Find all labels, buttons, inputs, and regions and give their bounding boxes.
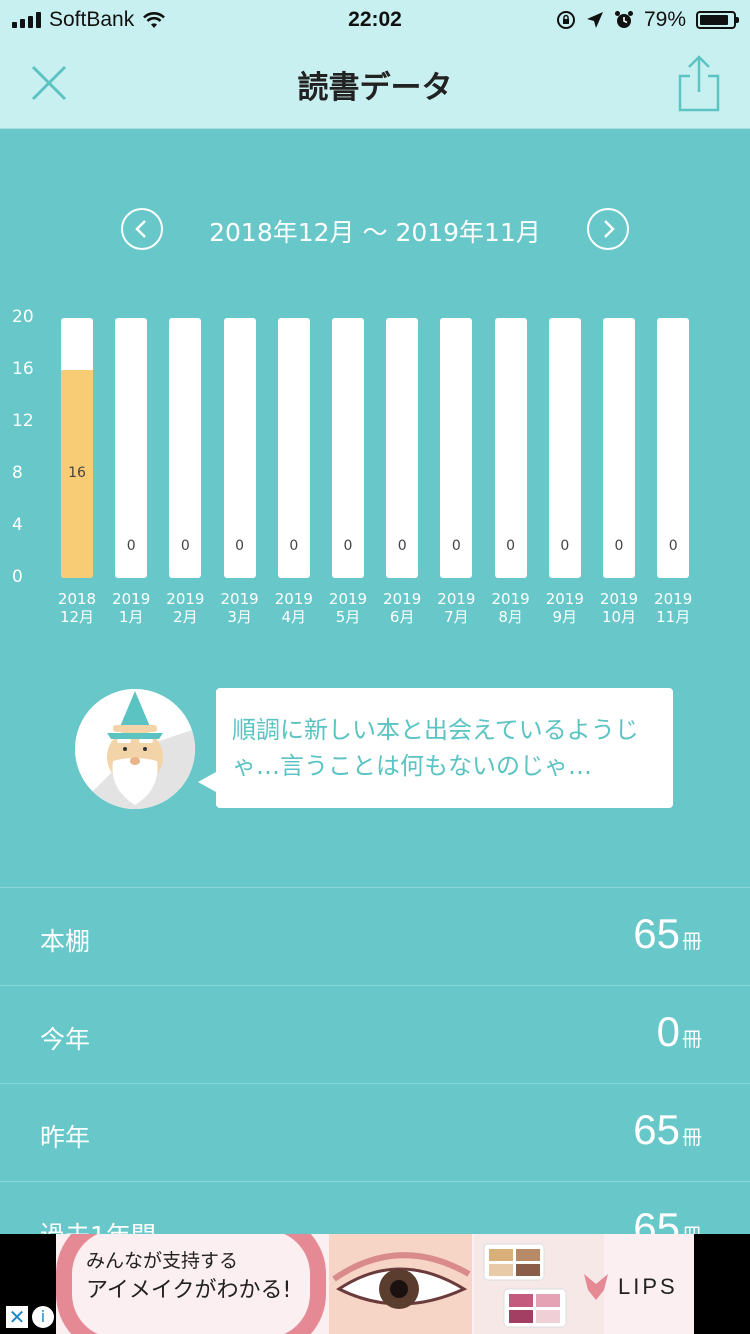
ad-content[interactable]: みんなが支持する アイメイクがわかる! LIPS xyxy=(56,1234,694,1334)
battery-percent: 79% xyxy=(643,8,686,31)
x-tick-label: 2019 11月 xyxy=(654,590,693,626)
alarm-icon xyxy=(614,11,633,28)
status-bar: SoftBank 22:02 79% xyxy=(0,0,750,40)
period-label: 2018年12月 〜 2019年11月 xyxy=(209,218,541,247)
nav-bar: 読書データ xyxy=(0,40,750,129)
bar-value-label: 0 xyxy=(343,538,353,554)
y-tick-label: 8 xyxy=(12,463,23,483)
ad-info-icon[interactable]: i xyxy=(32,1306,54,1328)
bar-value-label: 0 xyxy=(126,538,136,554)
stat-value: 65冊 xyxy=(633,910,702,957)
x-tick-label: 2019 8月 xyxy=(491,590,530,626)
bar-value-label: 0 xyxy=(397,538,407,554)
ad-banner[interactable]: みんなが支持する アイメイクがわかる! LIPS ✕ i xyxy=(0,1234,750,1334)
bar-value-label: 0 xyxy=(506,538,516,554)
lips-logo-icon xyxy=(584,1274,608,1300)
y-tick-label: 4 xyxy=(12,515,23,535)
x-tick-label: 2019 10月 xyxy=(599,590,639,626)
y-tick-label: 16 xyxy=(12,359,34,379)
stat-label: 昨年 xyxy=(40,1123,91,1152)
chevron-right-icon xyxy=(604,220,615,238)
bar-value-label: 0 xyxy=(235,538,245,554)
location-icon xyxy=(586,12,603,28)
x-tick-label: 2019 5月 xyxy=(328,590,368,626)
x-tick-label: 2019 4月 xyxy=(274,590,313,626)
x-tick-label: 2019 3月 xyxy=(220,590,259,626)
stats-list: 本棚 65冊 今年 0冊 昨年 65冊 過去1年間 65冊 xyxy=(0,887,750,1279)
bar-track: 16 xyxy=(61,318,93,578)
y-tick-label: 12 xyxy=(12,411,34,431)
bar-track: 0 xyxy=(603,318,635,578)
wizard-illustration xyxy=(75,689,195,809)
period-selector: 2018年12月 〜 2019年11月 xyxy=(0,205,750,253)
y-tick-label: 20 xyxy=(12,307,34,327)
stat-value: 0冊 xyxy=(656,1008,702,1055)
bar-value-label: 0 xyxy=(289,538,299,554)
ad-headline: みんなが支持する xyxy=(86,1250,239,1272)
bar-track: 0 xyxy=(277,318,310,578)
bar-track: 0 xyxy=(115,318,148,578)
stat-value: 65冊 xyxy=(633,1106,702,1153)
ad-brand: LIPS xyxy=(618,1274,678,1299)
bar-value-label: 0 xyxy=(560,538,570,554)
bar-value-label: 16 xyxy=(68,465,86,481)
wizard-avatar xyxy=(75,689,195,809)
stat-row-this-year: 今年 0冊 xyxy=(0,985,750,1083)
speech-bubble: 順調に新しい本と出会えているようじゃ…言うことは何もないのじゃ… xyxy=(198,688,673,808)
bar-track: 0 xyxy=(548,318,581,578)
page-title: 読書データ xyxy=(297,70,453,106)
bar-track: 0 xyxy=(386,318,419,578)
x-tick-label: 2019 6月 xyxy=(383,590,422,626)
speech-text: 順調に新しい本と出会えているようじゃ…言うことは何もないのじゃ… xyxy=(232,716,639,780)
bar-track: 0 xyxy=(223,318,256,578)
bar-value-label: 0 xyxy=(668,538,678,554)
bar-track: 0 xyxy=(169,318,202,578)
eye-image xyxy=(332,1252,471,1309)
x-tick-label: 2018 12月 xyxy=(57,590,97,626)
stat-label: 今年 xyxy=(40,1025,91,1054)
bar-value-label: 0 xyxy=(614,538,624,554)
bar-track: 0 xyxy=(494,318,527,578)
bar-value-label: 0 xyxy=(451,538,461,554)
stat-row-bookshelf: 本棚 65 冊 xyxy=(0,887,750,985)
x-tick-label: 2019 9月 xyxy=(545,590,584,626)
share-icon[interactable] xyxy=(676,54,722,112)
stat-row-last-year: 昨年 65 冊 xyxy=(0,1083,750,1181)
battery-icon xyxy=(696,11,739,29)
status-right: 79% xyxy=(556,8,739,32)
bar-value-label: 0 xyxy=(180,538,190,554)
stat-label: 本棚 xyxy=(40,927,91,956)
x-tick-label: 2019 7月 xyxy=(437,590,476,626)
monthly-reading-chart: 0 4 8 12 16 20 16 2018 12月 0 2019 1月 0 2019 2月 0 2019 3月 0… xyxy=(0,300,750,640)
y-tick-label: 0 xyxy=(12,567,23,587)
bar-track: 0 xyxy=(332,318,364,578)
bar-track: 0 xyxy=(657,318,690,578)
bar-track: 0 xyxy=(440,318,473,578)
ad-close-icon[interactable]: ✕ xyxy=(6,1306,28,1328)
next-period-button[interactable] xyxy=(587,208,629,250)
x-tick-label: 2019 2月 xyxy=(166,590,205,626)
x-tick-label: 2019 1月 xyxy=(112,590,151,626)
rotation-lock-icon xyxy=(556,11,575,29)
ad-eye-photo xyxy=(329,1234,472,1334)
ad-subheadline: アイメイクがわかる! xyxy=(86,1278,292,1303)
